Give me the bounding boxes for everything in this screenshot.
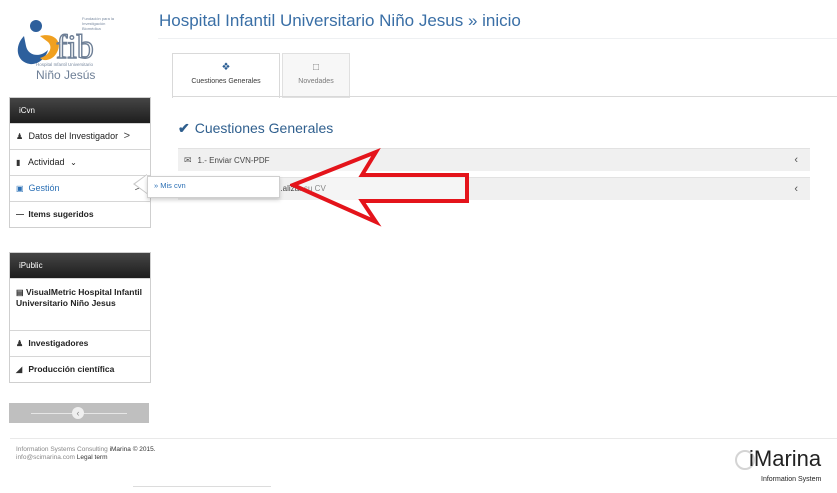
- gestion-submenu: » Mis cvn: [147, 176, 280, 198]
- section-heading: ✔ Cuestiones Generales: [178, 120, 333, 137]
- title-divider: [158, 38, 837, 39]
- nino-jesus-text: Niño Jesús: [36, 68, 96, 82]
- accordion-row-label: 1.- Enviar CVN-PDF: [197, 156, 270, 165]
- footer-company: Information Systems Consulting: [16, 446, 108, 453]
- chart-icon: ▤: [16, 288, 24, 297]
- footer-legal-link[interactable]: Legal term: [77, 454, 108, 461]
- sidebar-item-label: Actividad: [28, 157, 65, 167]
- sidebar-item-visualmetric[interactable]: ▤ VisualMetric Hospital Infantil Universi…: [10, 278, 150, 330]
- briefcase-icon: ▣: [16, 184, 24, 193]
- info-circle-icon: ❖: [221, 62, 231, 73]
- section-heading-text: Cuestiones Generales: [194, 120, 334, 136]
- tab-cuestiones-generales[interactable]: ❖ Cuestiones Generales: [172, 53, 280, 98]
- sidebar-item-datos-investigador[interactable]: ♟ Datos del Investigador >: [10, 123, 150, 149]
- sidebar-item-label: Datos del Investigador: [28, 131, 119, 141]
- sidebar-item-label: VisualMetric Hospital Infantil Universit…: [16, 287, 143, 308]
- footer-divider: [10, 438, 837, 439]
- submenu-item-mis-cvn[interactable]: » Mis cvn: [154, 181, 186, 190]
- sidebar-item-label: Items sugeridos: [28, 209, 94, 219]
- sidebar-collapse-bar[interactable]: ‹: [9, 403, 149, 423]
- chevron-left-icon: ‹: [794, 183, 798, 195]
- chevron-left-icon: ‹: [794, 154, 798, 166]
- footer-underline: [133, 486, 271, 487]
- footer-text: Information Systems Consulting iMarina ©…: [16, 446, 246, 462]
- sidebar-item-items-sugeridos[interactable]: — Items sugeridos: [10, 201, 150, 227]
- checkmark-icon: ✔: [178, 120, 190, 136]
- chevron-down-icon: ⌄: [70, 158, 77, 167]
- tabs-divider: [172, 96, 837, 97]
- footer-brand-copyright: iMarina © 2015.: [109, 446, 156, 453]
- accordion-row-enviar-cvn[interactable]: ✉ 1.- Enviar CVN-PDF ‹: [178, 148, 810, 171]
- sidebar-item-gestion[interactable]: ▣ Gestión >: [10, 175, 150, 201]
- red-arrow-annotation: [290, 148, 469, 227]
- tab-label: Novedades: [298, 78, 334, 85]
- sidebar-item-label: Producción científica: [28, 364, 115, 374]
- dash-icon: —: [16, 210, 24, 219]
- user-icon: ♟: [16, 132, 24, 141]
- bar-chart-icon: ◢: [16, 365, 23, 374]
- tab-label: Cuestiones Generales: [191, 78, 261, 85]
- icvn-panel-header: iCvn: [10, 98, 150, 123]
- imarina-logo: iMarina Information System: [735, 446, 837, 490]
- svg-text:fib: fib: [56, 29, 94, 66]
- popup-caret: [135, 175, 147, 193]
- sidebar-item-actividad[interactable]: ▮ Actividad ⌄: [10, 149, 150, 175]
- imarina-brand-sub: Information System: [761, 476, 822, 483]
- sidebar-item-label: Investigadores: [28, 338, 89, 348]
- sidebar-item-investigadores[interactable]: ♟ Investigadores: [10, 330, 150, 356]
- ipublic-panel-header: iPublic: [10, 253, 150, 278]
- imarina-brand-name: iMarina: [749, 446, 822, 471]
- collapse-left-icon[interactable]: ‹: [72, 407, 84, 419]
- ipublic-panel: iPublic ▤ VisualMetric Hospital Infantil …: [9, 252, 151, 383]
- foundation-text: Fundación para la Investigación Biomédic…: [82, 16, 115, 31]
- users-icon: ♟: [16, 339, 24, 348]
- fib-logo[interactable]: fib Fundación para la Investigación Biom…: [10, 6, 150, 90]
- sidebar-item-label: Gestión: [28, 183, 60, 193]
- envelope-icon: ✉: [184, 155, 192, 165]
- icvn-panel: iCvn ♟ Datos del Investigador > ▮ Activi…: [9, 97, 151, 228]
- document-icon: □: [312, 62, 320, 73]
- hospital-small-text: Hospital Infantil Universitario: [36, 62, 94, 67]
- chevron-right-icon: >: [123, 130, 131, 142]
- footer-email[interactable]: info@scimarina.com: [16, 454, 75, 461]
- document-icon: ▮: [16, 158, 21, 167]
- page-title: Hospital Infantil Universitario Niño Jes…: [159, 11, 521, 30]
- tab-novedades[interactable]: □ Novedades: [282, 53, 350, 98]
- sidebar-item-produccion-cientifica[interactable]: ◢ Producción científica: [10, 356, 150, 382]
